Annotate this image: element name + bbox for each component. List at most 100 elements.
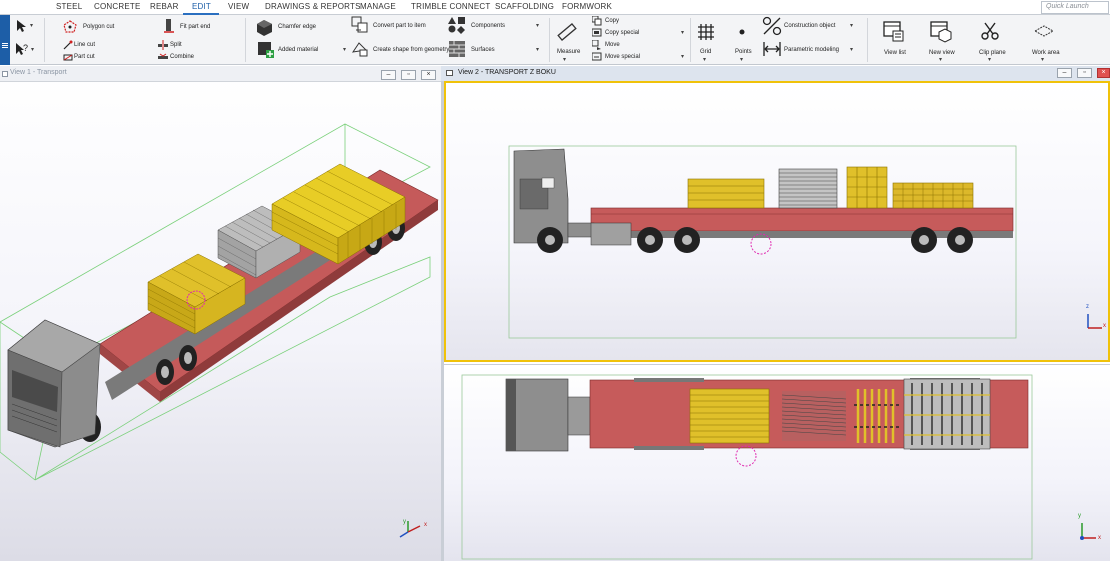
surfaces-label[interactable]: Surfaces: [471, 47, 495, 53]
tab-trimble-connect[interactable]: TRIMBLE CONNECT: [411, 2, 490, 11]
quick-access-bar[interactable]: [0, 15, 10, 65]
view1-3d-model[interactable]: [0, 82, 441, 561]
components-icon[interactable]: [448, 16, 466, 34]
create-shape-icon[interactable]: [351, 40, 369, 58]
clip-plane-caret[interactable]: ▾: [988, 56, 991, 63]
trailer-side: [590, 207, 1014, 232]
construction-object-icon[interactable]: [762, 16, 782, 36]
grid-caret[interactable]: ▾: [703, 56, 706, 63]
tab-rebar[interactable]: REBAR: [150, 2, 179, 11]
part-cut-icon[interactable]: [63, 52, 73, 62]
quick-launch-input[interactable]: Quick Launch: [1041, 1, 1109, 14]
construction-object-label[interactable]: Construction object: [784, 23, 835, 29]
combine-icon[interactable]: [158, 52, 168, 62]
view2-maximize-button[interactable]: ▫: [1077, 68, 1092, 78]
view2-minimize-button[interactable]: –: [1057, 68, 1072, 78]
chamfer-edge-icon[interactable]: [254, 17, 274, 37]
view-list-label[interactable]: View list: [884, 50, 906, 56]
clip-plane-label[interactable]: Clip plane: [979, 50, 1006, 56]
parametric-modeling-caret[interactable]: ▾: [850, 46, 853, 53]
tab-formwork[interactable]: FORMWORK: [562, 2, 612, 11]
copy-icon[interactable]: [592, 16, 602, 26]
view2-cargo-yellow-2: [846, 166, 888, 209]
combine-label[interactable]: Combine: [170, 54, 194, 60]
select-arrow-icon[interactable]: [14, 19, 28, 33]
convert-part-label[interactable]: Convert part to item: [373, 23, 426, 29]
points-label[interactable]: Points: [735, 49, 752, 55]
view2-cargo-yellow-3: [892, 182, 974, 209]
copy-caret[interactable]: ▾: [681, 29, 684, 36]
added-material-icon[interactable]: [257, 41, 275, 59]
fit-part-end-icon[interactable]: [163, 18, 175, 36]
tab-drawings-reports[interactable]: DRAWINGS & REPORTS: [265, 2, 361, 11]
view-list-icon[interactable]: [883, 21, 905, 43]
ribbon-tabs: STEEL CONCRETE REBAR EDIT VIEW DRAWINGS …: [0, 0, 1110, 15]
view2-work-area-box: [508, 145, 1017, 339]
new-view-icon[interactable]: [930, 21, 952, 43]
tab-concrete[interactable]: CONCRETE: [94, 2, 141, 11]
work-area-label[interactable]: Work area: [1032, 50, 1060, 56]
split-label[interactable]: Split: [170, 42, 182, 48]
copy-label[interactable]: Copy: [605, 18, 619, 24]
work-area-icon[interactable]: [1034, 25, 1054, 37]
tab-steel[interactable]: STEEL: [56, 2, 82, 11]
added-material-caret[interactable]: ▾: [343, 46, 346, 53]
grid-icon[interactable]: [697, 23, 715, 41]
points-icon[interactable]: [737, 27, 747, 37]
view2-cargo-gray: [778, 168, 838, 209]
added-material-label[interactable]: Added material: [278, 47, 318, 53]
new-view-caret[interactable]: ▾: [939, 56, 942, 63]
copy-special-icon[interactable]: [592, 28, 602, 38]
surfaces-icon[interactable]: [448, 40, 466, 58]
tab-edit[interactable]: EDIT: [192, 2, 211, 11]
view1-close-button[interactable]: ×: [421, 70, 436, 80]
line-cut-label[interactable]: Line cut: [74, 42, 95, 48]
tab-scaffolding[interactable]: SCAFFOLDING: [495, 2, 554, 11]
work-area-caret[interactable]: ▾: [1041, 56, 1044, 63]
view3-cargo-gray-2: [903, 378, 991, 450]
move-caret[interactable]: ▾: [681, 53, 684, 60]
view2-side-model[interactable]: [446, 83, 1108, 360]
parametric-modeling-icon[interactable]: [762, 40, 782, 58]
help-dropdown-caret[interactable]: ▾: [31, 46, 34, 53]
view2-close-button[interactable]: ×: [1097, 68, 1110, 78]
grid-label[interactable]: Grid: [700, 49, 711, 55]
help-pointer-icon[interactable]: ?: [14, 42, 30, 58]
parametric-modeling-label[interactable]: Parametric modeling: [784, 47, 839, 53]
components-label[interactable]: Components: [471, 23, 505, 29]
points-caret[interactable]: ▾: [740, 56, 743, 63]
move-special-icon[interactable]: [592, 52, 602, 62]
tab-manage[interactable]: MANAGE: [360, 2, 396, 11]
components-caret[interactable]: ▾: [536, 22, 539, 29]
chamfer-edge-label[interactable]: Chamfer edge: [278, 24, 316, 30]
view3-top-model[interactable]: [444, 365, 1110, 561]
surfaces-caret[interactable]: ▾: [536, 46, 539, 53]
view2-titlebar: View 2 - TRANSPORT Z BOKU: [441, 66, 1110, 81]
copy-special-label[interactable]: Copy special: [605, 30, 639, 36]
measure-label[interactable]: Measure: [557, 49, 580, 55]
polygon-cut-icon[interactable]: [63, 20, 77, 34]
create-shape-label[interactable]: Create shape from geometry: [373, 47, 449, 53]
line-cut-icon[interactable]: [63, 40, 73, 50]
move-label[interactable]: Move: [605, 42, 620, 48]
move-icon[interactable]: [592, 40, 602, 50]
tab-view[interactable]: VIEW: [228, 2, 249, 11]
view3-cargo-yellow-2: [854, 389, 900, 443]
polygon-cut-label[interactable]: Polygon cut: [83, 24, 114, 30]
construction-object-caret[interactable]: ▾: [850, 22, 853, 29]
view1-axis-y-label: y: [403, 519, 406, 525]
split-icon[interactable]: [158, 40, 168, 50]
clip-plane-icon[interactable]: [981, 21, 999, 41]
svg-text:?: ?: [23, 43, 28, 53]
fit-part-end-label[interactable]: Fit part end: [180, 24, 210, 30]
select-dropdown-caret[interactable]: ▾: [30, 22, 33, 29]
view1-icon: [2, 71, 8, 77]
measure-icon[interactable]: [557, 22, 577, 42]
measure-caret[interactable]: ▾: [563, 56, 566, 63]
view1-maximize-button[interactable]: ▫: [401, 70, 416, 80]
part-cut-label[interactable]: Part cut: [74, 54, 95, 60]
move-special-label[interactable]: Move special: [605, 54, 640, 60]
view1-titlebar: View 1 - Transport: [0, 66, 441, 82]
convert-part-icon[interactable]: [351, 16, 369, 34]
view1-minimize-button[interactable]: –: [381, 70, 396, 80]
